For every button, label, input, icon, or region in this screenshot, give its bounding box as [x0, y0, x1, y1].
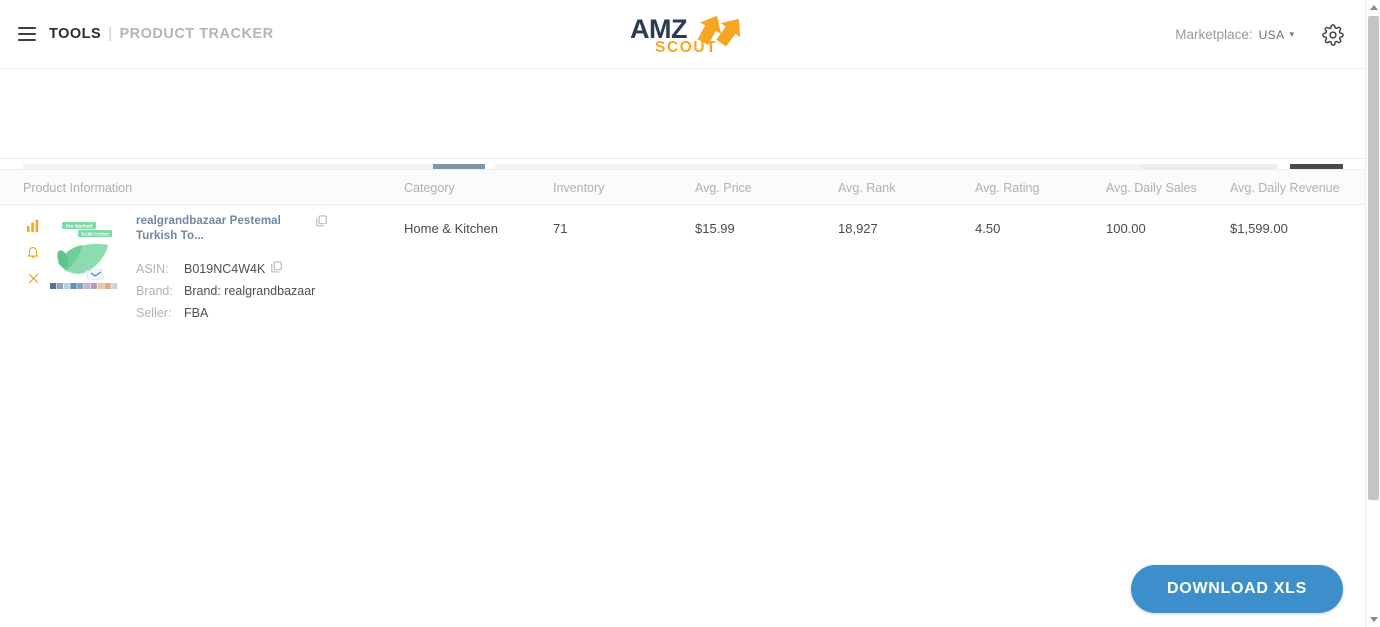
- cell-rating: 4.50: [975, 221, 1001, 236]
- hamburger-icon[interactable]: [18, 27, 36, 41]
- copy-title-button[interactable]: [316, 214, 327, 232]
- cell-rank: 18,927: [838, 221, 878, 236]
- seller-value: FBA: [184, 306, 209, 320]
- tracked-products-table: Product Information Category Inventory Avg.…: [0, 169, 1380, 320]
- column-header-rank[interactable]: Avg. Rank: [838, 170, 895, 206]
- cell-sales: 100.00: [1106, 221, 1146, 236]
- search-toolbar: 1 tracked / 3 limit: [0, 69, 1380, 207]
- settings-button[interactable]: [1322, 0, 1344, 69]
- seller-row: Seller: FBA: [136, 302, 327, 324]
- svg-text:Pre Washed: Pre Washed: [66, 224, 92, 229]
- column-header-revenue[interactable]: Avg. Daily Revenue: [1230, 170, 1340, 206]
- breadcrumb-separator: |: [108, 26, 113, 42]
- seller-label: Seller:: [136, 306, 172, 320]
- cell-inventory: 71: [553, 221, 568, 236]
- breadcrumb: TOOLS | PRODUCT TRACKER: [49, 26, 274, 42]
- marketplace-label: Marketplace:: [1175, 27, 1253, 42]
- amzscout-logo[interactable]: AMZ SCOUT: [630, 10, 750, 60]
- product-image[interactable]: Pre Washed %100 Cotton: [50, 219, 118, 291]
- copy-icon: [316, 215, 327, 227]
- gear-icon: [1322, 23, 1344, 46]
- cell-category: Home & Kitchen: [404, 221, 498, 236]
- chevron-down-icon: ▾: [1289, 29, 1294, 39]
- brand-value: Brand: realgrandbazaar: [184, 284, 316, 298]
- column-header-inventory[interactable]: Inventory: [553, 170, 604, 206]
- product-title-row: realgrandbazaar Pestemal Turkish To...: [136, 214, 327, 244]
- breadcrumb-product-tracker: PRODUCT TRACKER: [119, 26, 274, 42]
- bell-icon: [27, 247, 39, 258]
- row-actions: [25, 217, 41, 295]
- asin-row: ASIN: B019NC4W4K: [136, 258, 327, 280]
- page-scrollbar[interactable]: [1365, 0, 1380, 627]
- chart-icon: [26, 219, 39, 233]
- marketplace-selector[interactable]: Marketplace: USA ▾: [1175, 0, 1294, 69]
- close-icon: [28, 273, 38, 283]
- table-row: Pre Washed %100 Cotton realgrandbazaar Pes…: [0, 205, 1380, 320]
- product-title-link[interactable]: realgrandbazaar Pestemal Turkish To...: [136, 214, 311, 244]
- copy-icon: [271, 261, 282, 273]
- marketplace-value: USA: [1258, 27, 1285, 42]
- table-header-row: Product Information Category Inventory Avg.…: [0, 169, 1380, 205]
- svg-text:%100 Cotton: %100 Cotton: [81, 232, 109, 237]
- close-button[interactable]: [25, 269, 41, 287]
- asin-label: ASIN:: [136, 262, 169, 276]
- bell-button[interactable]: [25, 243, 41, 261]
- brand-row: Brand: Brand: realgrandbazaar: [136, 280, 327, 302]
- product-tracker-page: TOOLS | PRODUCT TRACKER AMZ SCOUT Market…: [0, 0, 1380, 627]
- header-left: TOOLS | PRODUCT TRACKER: [18, 26, 274, 42]
- scroll-up-arrow-icon[interactable]: [1366, 0, 1380, 15]
- scrollbar-thumb[interactable]: [1368, 16, 1379, 500]
- product-thumbnail: Pre Washed %100 Cotton: [50, 219, 118, 291]
- download-xls-button[interactable]: DOWNLOAD XLS: [1131, 565, 1343, 613]
- cell-price: $15.99: [695, 221, 735, 236]
- column-header-rating[interactable]: Avg. Rating: [975, 170, 1039, 206]
- product-meta: ASIN: B019NC4W4K Brand: Brand: realgrandbaz…: [136, 258, 327, 324]
- brand-label: Brand:: [136, 284, 173, 298]
- product-info: realgrandbazaar Pestemal Turkish To... AS…: [136, 214, 327, 324]
- chart-button[interactable]: [25, 217, 41, 235]
- column-header-product[interactable]: Product Information: [23, 170, 132, 206]
- cell-revenue: $1,599.00: [1230, 221, 1288, 236]
- logo-arrows-icon: [697, 15, 741, 47]
- table-body: Pre Washed %100 Cotton realgrandbazaar Pes…: [0, 205, 1380, 320]
- copy-asin-button[interactable]: [271, 260, 282, 278]
- column-header-category[interactable]: Category: [404, 170, 455, 206]
- asin-value: B019NC4W4K: [184, 262, 266, 276]
- column-header-price[interactable]: Avg. Price: [695, 170, 752, 206]
- scroll-down-arrow-icon[interactable]: [1366, 612, 1380, 627]
- breadcrumb-tools[interactable]: TOOLS: [49, 26, 101, 42]
- app-header: TOOLS | PRODUCT TRACKER AMZ SCOUT Market…: [0, 0, 1380, 69]
- column-header-sales[interactable]: Avg. Daily Sales: [1106, 170, 1197, 206]
